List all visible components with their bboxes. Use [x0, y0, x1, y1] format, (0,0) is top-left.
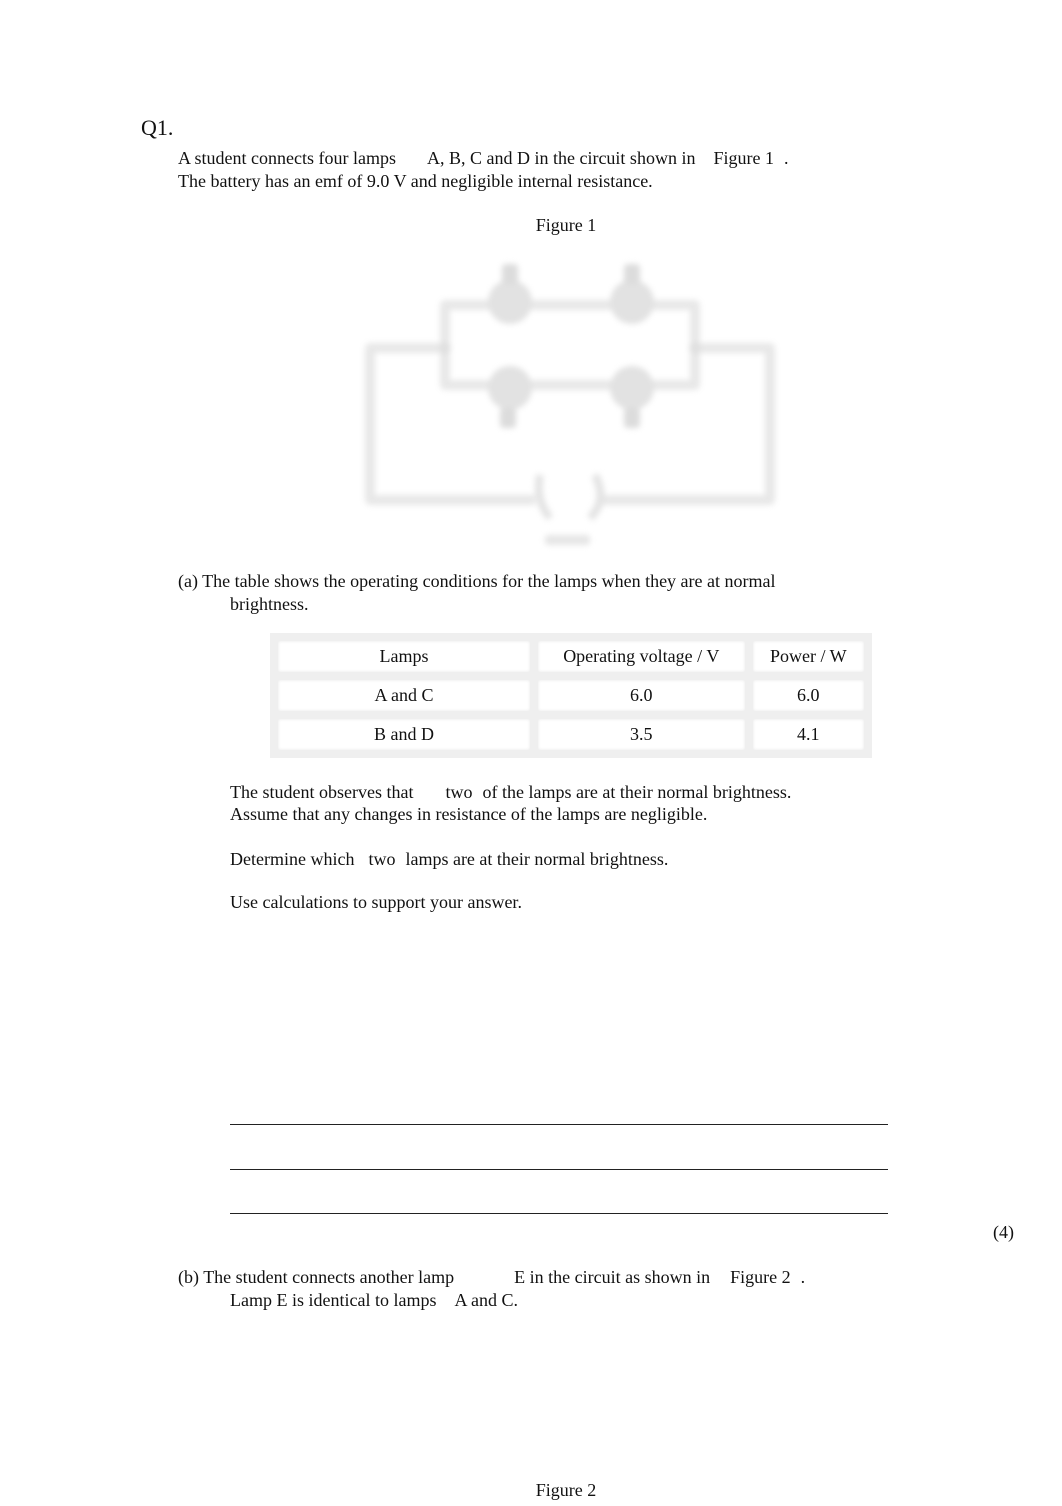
- answer-line-3[interactable]: [230, 1213, 888, 1214]
- part-b-period: .: [800, 1267, 806, 1287]
- battery-label: [545, 535, 590, 545]
- table-cell-lamps: B and D: [270, 711, 538, 758]
- figure-2-caption: Figure 2: [535, 1480, 597, 1500]
- junction-right: [689, 342, 701, 354]
- table-cell-lamps: A and C: [270, 672, 538, 719]
- answer-line-1[interactable]: [230, 1124, 888, 1125]
- observe-text-end: of the lamps are at their normal brightn…: [482, 782, 792, 802]
- table-row: A and C 6.0 6.0: [270, 672, 873, 719]
- lamp-d-icon: [610, 366, 654, 428]
- part-b-label: (b): [178, 1267, 199, 1287]
- table-cell-voltage: 6.0: [529, 672, 753, 719]
- part-b-line-2-text: Lamp E is identical to lamps: [230, 1290, 437, 1310]
- figure-1-circuit-diagram: [365, 264, 775, 545]
- circuit-outer-wire: [365, 343, 775, 505]
- intro-period: .: [783, 148, 789, 168]
- determine-text-end: lamps are at their normal brightness.: [405, 849, 669, 869]
- intro-lamps: A, B, C and D in the circuit shown in: [426, 148, 696, 168]
- table-header-row: Lamps Operating voltage / V Power / W: [270, 633, 873, 680]
- part-a-line-1: (a) The table shows the operating condit…: [178, 570, 776, 593]
- intro-line-1: A student connects four lamps A, B, C and…: [178, 147, 788, 170]
- part-b-line-1: (b) The student connects another lamp E i…: [178, 1266, 805, 1289]
- table-cell-power: 6.0: [744, 672, 873, 719]
- table-cell-voltage: 3.5: [529, 711, 753, 758]
- junction-left: [439, 342, 451, 354]
- part-b-figure-ref: Figure 2: [730, 1267, 791, 1287]
- lamp-a-icon: [488, 264, 532, 324]
- circuit-lower-branch: [440, 348, 700, 390]
- observe-text: The student observes that: [230, 782, 414, 802]
- observe-two: two: [445, 782, 473, 802]
- lamp-operating-conditions-table-wrapper: Lamps Operating voltage / V Power / W A …: [270, 633, 873, 761]
- table-row: B and D 3.5 4.1: [270, 711, 873, 758]
- table-header-lamps: Lamps: [270, 633, 538, 680]
- table-header-voltage: Operating voltage / V: [529, 633, 753, 680]
- battery-icon: [534, 473, 605, 521]
- assume-line: Assume that any changes in resistance of…: [230, 804, 708, 824]
- table-header-power: Power / W: [744, 633, 873, 680]
- part-a-text: The table shows the operating conditions…: [202, 571, 776, 591]
- observe-line: The student observes that two of the lamps…: [230, 781, 791, 804]
- marks-allocation: (4): [993, 1222, 1014, 1242]
- part-b-text-2: in the circuit as shown in: [529, 1267, 711, 1287]
- answer-line-2[interactable]: [230, 1169, 888, 1170]
- determine-line: Determine which two lamps are at their nor…: [230, 848, 668, 871]
- part-a-label: (a): [178, 571, 198, 591]
- use-calculations-line: Use calculations to support your answer.: [230, 892, 522, 912]
- figure-1-caption: Figure 1: [535, 215, 597, 235]
- lamp-operating-conditions-table: Lamps Operating voltage / V Power / W A …: [270, 633, 873, 758]
- part-b-lamp-e: E: [514, 1267, 526, 1287]
- circuit-upper-branch: [440, 300, 700, 348]
- lamp-b-icon: [610, 264, 654, 324]
- table-cell-power: 4.1: [744, 711, 873, 758]
- lamp-c-icon: [488, 366, 532, 428]
- part-a-line-2: brightness.: [230, 594, 309, 614]
- determine-two: two: [368, 849, 396, 869]
- part-b-line-2-lamps: A and C.: [454, 1290, 518, 1310]
- determine-text: Determine which: [230, 849, 355, 869]
- intro-figure-ref: Figure 1: [713, 148, 774, 168]
- intro-text: A student connects four lamps: [178, 148, 396, 168]
- part-b-text: The student connects another lamp: [203, 1267, 455, 1287]
- question-number: Q1.: [141, 115, 174, 140]
- part-b-line-2: Lamp E is identical to lamps A and C.: [230, 1289, 518, 1312]
- intro-line-2: The battery has an emf of 9.0 V and negl…: [178, 171, 653, 191]
